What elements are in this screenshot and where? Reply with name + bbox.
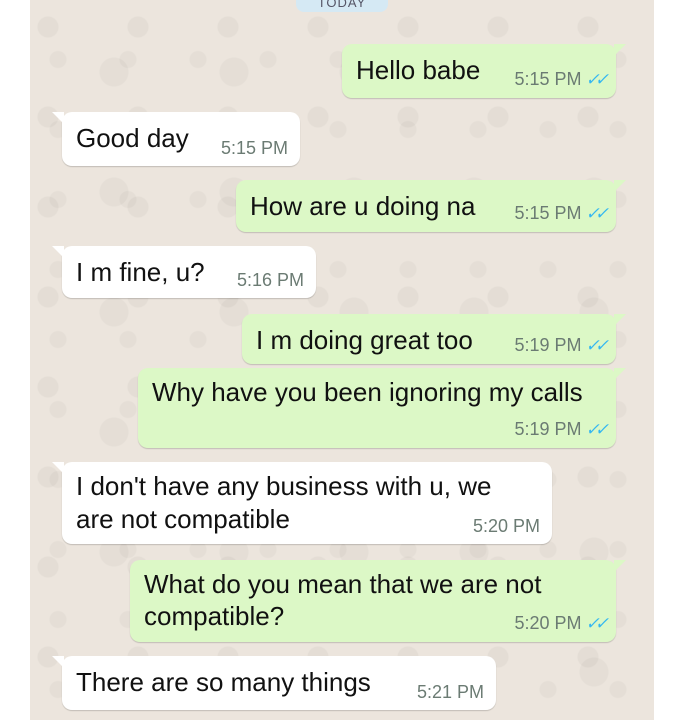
- message-text: Hello babe: [356, 55, 481, 85]
- message-incoming[interactable]: I don't have any business with u, we are…: [52, 462, 552, 544]
- message-text: I m fine, u?: [76, 257, 205, 287]
- double-check-icon: ✓✓: [585, 70, 609, 89]
- message-meta: 5:15 PM ✓✓: [514, 203, 609, 224]
- message-text-line-1: What do you mean that we are not: [144, 569, 542, 599]
- message-text: I m doing great too: [256, 325, 473, 355]
- message-text-line-1: I don't have any business with u, we: [76, 471, 492, 501]
- message-time: 5:15 PM: [514, 203, 582, 223]
- double-check-icon: ✓✓: [585, 420, 609, 439]
- message-outgoing[interactable]: How are u doing na 5:15 PM ✓✓: [236, 180, 626, 232]
- message-outgoing[interactable]: What do you mean that we are not compati…: [130, 560, 626, 642]
- message-meta: 5:19 PM ✓✓: [514, 335, 609, 356]
- double-check-icon: ✓✓: [585, 336, 609, 355]
- double-check-icon: ✓✓: [585, 614, 609, 633]
- message-time: 5:15 PM: [514, 69, 582, 89]
- message-meta: 5:20 PM ✓✓: [514, 613, 609, 634]
- double-check-icon: ✓✓: [585, 204, 609, 223]
- message-incoming[interactable]: There are so many things 5:21 PM: [52, 656, 496, 710]
- chat-background: TODAY Hello babe 5:15 PM ✓✓ Good day 5:15…: [30, 0, 654, 720]
- message-incoming[interactable]: Good day 5:15 PM: [52, 112, 300, 166]
- message-text: How are u doing na: [250, 191, 476, 221]
- message-outgoing[interactable]: I m doing great too 5:19 PM ✓✓: [242, 314, 626, 364]
- message-time: 5:20 PM: [472, 516, 540, 536]
- message-text: Good day: [76, 123, 189, 153]
- message-time: 5:16 PM: [236, 270, 304, 290]
- message-text: There are so many things: [76, 667, 371, 697]
- message-text: Why have you been ignoring my calls: [152, 377, 583, 407]
- message-incoming[interactable]: I m fine, u? 5:16 PM: [52, 246, 316, 298]
- message-text-line-2: compatible?: [144, 601, 285, 631]
- message-time: 5:19 PM: [514, 335, 582, 355]
- message-outgoing[interactable]: Why have you been ignoring my calls 5:19…: [138, 368, 626, 448]
- message-outgoing[interactable]: Hello babe 5:15 PM ✓✓: [342, 44, 626, 98]
- message-time: 5:19 PM: [514, 419, 582, 439]
- message-time: 5:20 PM: [514, 613, 582, 633]
- date-separator: TODAY: [296, 0, 388, 12]
- message-meta: 5:15 PM ✓✓: [514, 69, 609, 90]
- message-time: 5:15 PM: [220, 138, 288, 158]
- message-time: 5:21 PM: [416, 682, 484, 702]
- message-meta: 5:19 PM ✓✓: [514, 419, 609, 440]
- message-text-line-2: are not compatible: [76, 504, 290, 534]
